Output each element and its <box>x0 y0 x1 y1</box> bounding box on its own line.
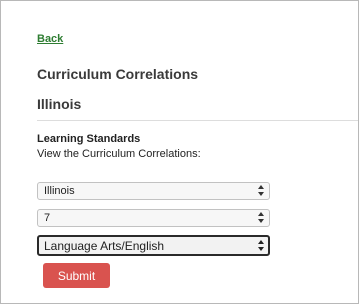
state-select[interactable]: Illinois <box>37 182 270 200</box>
state-select-value: Illinois <box>44 185 75 197</box>
divider <box>37 120 358 121</box>
learning-standards-label: Learning Standards <box>37 133 141 145</box>
subject-select[interactable]: Language Arts/English <box>37 235 270 256</box>
state-heading: Illinois <box>37 96 82 112</box>
subject-select-value: Language Arts/English <box>44 239 165 253</box>
updown-arrows-icon <box>258 240 264 251</box>
submit-button[interactable]: Submit <box>43 263 110 288</box>
updown-arrows-icon <box>258 185 264 196</box>
page-title: Curriculum Correlations <box>37 66 199 82</box>
updown-arrows-icon <box>258 212 264 223</box>
grade-select-value: 7 <box>44 212 51 224</box>
page-frame: Back Curriculum Correlations Illinois Le… <box>0 0 359 304</box>
grade-select[interactable]: 7 <box>37 209 270 227</box>
back-link[interactable]: Back <box>37 33 63 45</box>
learning-standards-subtitle: View the Curriculum Correlations: <box>37 148 201 160</box>
